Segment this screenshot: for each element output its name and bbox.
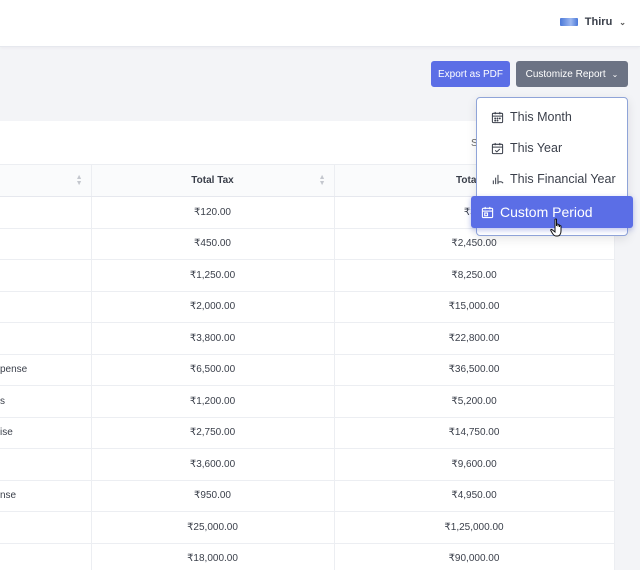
table-row: s ₹1,200.00 ₹5,200.00 (0, 385, 615, 418)
row-name-cell (0, 448, 92, 481)
row-total-tax-cell: ₹6,500.00 (91, 354, 335, 386)
table-row: ise ₹2,750.00 ₹14,750.00 (0, 417, 615, 449)
customize-report-button[interactable]: Customize Report ⌄ (516, 61, 628, 87)
row-total-tax-cell: ₹1,250.00 (91, 259, 335, 292)
row-total-bill-cell: ₹4,950.00 (334, 480, 615, 512)
row-total-tax-cell: ₹1,200.00 (91, 385, 335, 418)
table-row: ₹3,600.00 ₹9,600.00 (0, 448, 615, 481)
column-header-total-tax[interactable]: Total Tax ▲ ▼ (91, 164, 335, 197)
user-menu[interactable]: Thiru ⌄ (559, 16, 626, 28)
menu-item-label: Custom Period (500, 204, 593, 220)
table-row: ₹1,250.00 ₹8,250.00 (0, 259, 615, 292)
row-name-cell (0, 228, 92, 260)
row-name-cell (0, 543, 92, 570)
sort-icon[interactable]: ▲ ▼ (76, 174, 83, 187)
export-pdf-label: Export as PDF (437, 68, 504, 80)
row-total-bill-cell: ₹36,500.00 (334, 354, 615, 386)
row-name-cell (0, 511, 92, 544)
row-name-cell: pense (0, 354, 92, 386)
chevron-down-icon: ⌄ (619, 17, 626, 27)
row-total-tax-cell: ₹3,600.00 (91, 448, 335, 481)
user-name: Thiru (584, 16, 613, 28)
row-total-bill-cell: ₹9,600.00 (334, 448, 615, 481)
row-name-cell (0, 196, 92, 229)
row-total-tax-cell: ₹25,000.00 (91, 511, 335, 544)
row-total-tax-cell: ₹950.00 (91, 480, 335, 512)
row-name-cell: nse (0, 480, 92, 512)
export-pdf-button[interactable]: Export as PDF (431, 61, 510, 87)
row-total-tax-cell: ₹120.00 (91, 196, 335, 229)
row-total-bill-cell: ₹90,000.00 (334, 543, 615, 570)
calendar-custom-icon (481, 206, 494, 218)
table-row: ₹3,800.00 ₹22,800.00 (0, 322, 615, 355)
menu-item-this-financial-year[interactable]: This Financial Year (491, 172, 616, 186)
table-row: nse ₹950.00 ₹4,950.00 (0, 480, 615, 512)
row-total-tax-cell: ₹3,800.00 (91, 322, 335, 355)
menu-item-this-year[interactable]: This Year (491, 141, 562, 155)
row-total-bill-cell: ₹8,250.00 (334, 259, 615, 292)
calendar-check-icon (491, 142, 504, 154)
sort-icon[interactable]: ▲ ▼ (319, 174, 326, 187)
row-name-cell: s (0, 385, 92, 418)
row-total-bill-cell: ₹1,25,000.00 (334, 511, 615, 544)
hand-pointer-icon (550, 218, 562, 237)
table-row: ₹25,000.00 ₹1,25,000.00 (0, 511, 615, 544)
row-total-tax-cell: ₹2,750.00 (91, 417, 335, 449)
row-total-tax-cell: ₹2,000.00 (91, 291, 335, 323)
table-row: pense ₹6,500.00 ₹36,500.00 (0, 354, 615, 386)
row-total-tax-cell: ₹18,000.00 (91, 543, 335, 570)
row-name-cell (0, 322, 92, 355)
menu-item-label: This Month (510, 110, 572, 124)
row-total-bill-cell: ₹5,200.00 (334, 385, 615, 418)
column-header-name[interactable]: ▲ ▼ (0, 164, 92, 197)
calendar-month-icon (491, 111, 504, 123)
menu-item-this-month[interactable]: This Month (491, 110, 572, 124)
chart-hand-icon (492, 174, 504, 184)
chevron-down-icon: ⌄ (611, 69, 619, 79)
row-total-bill-cell: ₹22,800.00 (334, 322, 615, 355)
customize-report-label: Customize Report (525, 68, 606, 80)
top-bar: Thiru ⌄ (0, 0, 640, 47)
row-name-cell: ise (0, 417, 92, 449)
menu-item-label: This Year (510, 141, 563, 155)
row-total-bill-cell: ₹15,000.00 (334, 291, 615, 323)
row-name-cell (0, 291, 92, 323)
menu-item-label: This Financial Year (510, 172, 616, 186)
company-logo (559, 18, 578, 26)
row-total-bill-cell: ₹14,750.00 (334, 417, 615, 449)
row-total-tax-cell: ₹450.00 (91, 228, 335, 260)
table-row: ₹18,000.00 ₹90,000.00 (0, 543, 615, 570)
table-row: ₹2,000.00 ₹15,000.00 (0, 291, 615, 323)
row-name-cell (0, 259, 92, 292)
